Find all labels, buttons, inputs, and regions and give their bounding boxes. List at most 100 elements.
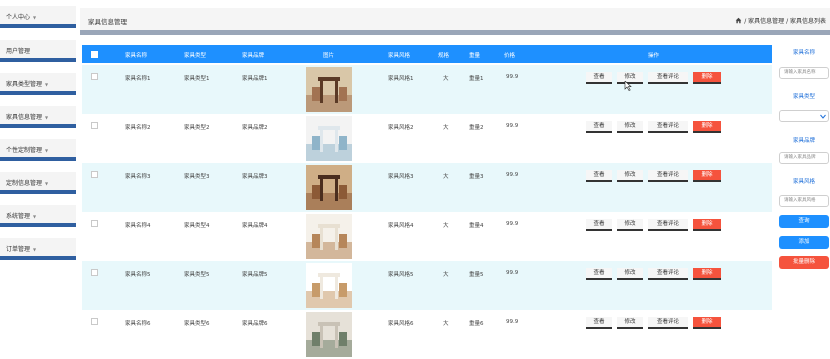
cell-brand: 家具品牌6 — [242, 321, 268, 327]
cell-spec: 大 — [443, 174, 449, 180]
furniture-thumbnail — [306, 214, 352, 259]
edit-button[interactable]: 修改 — [617, 121, 643, 133]
edit-button[interactable]: 修改 — [617, 170, 643, 182]
cell-weight: 重量4 — [469, 223, 484, 229]
cell-style: 家具风格3 — [388, 174, 414, 180]
view-comments-button[interactable]: 查看评论 — [648, 72, 688, 84]
cell-style: 家具风格6 — [388, 321, 414, 327]
delete-button[interactable]: 删除 — [693, 219, 721, 231]
view-comments-button[interactable]: 查看评论 — [648, 219, 688, 231]
sidebar-item-furniture-info[interactable]: 家具信息管理 ▼ — [0, 106, 76, 128]
delete-button[interactable]: 删除 — [693, 268, 721, 280]
row-checkbox[interactable] — [91, 269, 98, 276]
sidebar-item-label: 系统管理 — [6, 213, 31, 220]
sidebar-item-label: 家具信息管理 — [6, 114, 43, 121]
row-checkbox[interactable] — [91, 73, 98, 80]
cell-name: 家具名称2 — [125, 125, 151, 131]
style-search-input[interactable]: 请输入家具风格 — [779, 195, 829, 207]
sidebar-item-personal-center[interactable]: 个人中心 ▼ — [0, 6, 76, 28]
column-header-price[interactable]: 价格 — [504, 51, 515, 59]
row-checkbox[interactable] — [91, 318, 98, 325]
column-header-name[interactable]: 家具名称 — [125, 51, 147, 59]
edit-button[interactable]: 修改 — [617, 317, 643, 329]
cell-style: 家具风格1 — [388, 76, 414, 82]
sidebar-item-furniture-types[interactable]: 家具类型管理 ▼ — [0, 73, 76, 95]
batch-delete-button[interactable]: 批量删除 — [779, 256, 829, 269]
cell-price: 99.9 — [506, 123, 519, 129]
cell-spec: 大 — [443, 272, 449, 278]
style-filter-label: 家具风格 — [792, 179, 815, 185]
brand-search-input[interactable]: 请输入家具品牌 — [779, 152, 829, 164]
view-comments-button[interactable]: 查看评论 — [648, 121, 688, 133]
cell-weight: 重量6 — [469, 321, 484, 327]
column-header-weight[interactable]: 重量 — [469, 51, 480, 59]
furniture-thumbnail — [306, 116, 352, 161]
view-button[interactable]: 查看 — [586, 121, 612, 133]
row-checkbox[interactable] — [91, 122, 98, 129]
view-comments-button[interactable]: 查看评论 — [648, 170, 688, 182]
sidebar-item-customization[interactable]: 个性定制管理 ▼ — [0, 139, 76, 161]
column-header-spec[interactable]: 规格 — [438, 51, 449, 59]
sidebar-item-system[interactable]: 系统管理 ▼ — [0, 205, 76, 227]
table-row: 家具名称3 家具类型3 家具品牌3 家具风格3 大 重量3 99.9 查看 修改 查看评论 删除 — [82, 163, 772, 212]
cell-name: 家具名称5 — [125, 272, 151, 278]
sidebar-divider — [0, 256, 76, 260]
sidebar-divider — [0, 157, 76, 161]
cell-price: 99.9 — [506, 319, 519, 325]
table-row: 家具名称6 家具类型6 家具品牌6 家具风格6 大 重量6 99.9 查看 修改 查看评论 删除 — [82, 310, 772, 359]
breadcrumb-text[interactable]: / 家具信息管理 / 家具信息列表 — [744, 18, 826, 25]
sidebar-item-label: 个人中心 — [6, 14, 31, 21]
name-filter-label: 家具名称 — [792, 50, 815, 56]
view-button[interactable]: 查看 — [586, 170, 612, 182]
name-search-input[interactable]: 请输入家具名称 — [779, 67, 829, 79]
sidebar-divider — [0, 190, 76, 194]
column-header-brand[interactable]: 家具品牌 — [242, 51, 264, 59]
sidebar-item-custom-info[interactable]: 定制信息管理 ▼ — [0, 172, 76, 194]
furniture-thumbnail — [306, 263, 352, 308]
cell-type: 家具类型3 — [184, 174, 210, 180]
delete-button[interactable]: 删除 — [693, 317, 721, 329]
cell-brand: 家具品牌2 — [242, 125, 268, 131]
cell-name: 家具名称6 — [125, 321, 151, 327]
edit-button[interactable]: 修改 — [617, 219, 643, 231]
sidebar-item-orders[interactable]: 订单管理 ▼ — [0, 238, 76, 260]
delete-button[interactable]: 删除 — [693, 121, 721, 133]
cell-price: 99.9 — [506, 172, 519, 178]
cell-price: 99.9 — [506, 270, 519, 276]
row-checkbox[interactable] — [91, 171, 98, 178]
cell-spec: 大 — [443, 321, 449, 327]
cell-type: 家具类型4 — [184, 223, 210, 229]
view-button[interactable]: 查看 — [586, 219, 612, 231]
type-select[interactable] — [779, 110, 829, 122]
home-icon[interactable] — [735, 17, 742, 24]
column-header-type[interactable]: 家具类型 — [184, 51, 206, 59]
delete-button[interactable]: 删除 — [693, 170, 721, 182]
view-button[interactable]: 查看 — [586, 317, 612, 329]
chevron-down-icon: ▼ — [33, 214, 37, 219]
search-button[interactable]: 查询 — [779, 215, 829, 228]
cell-name: 家具名称1 — [125, 76, 151, 82]
view-comments-button[interactable]: 查看评论 — [648, 268, 688, 280]
cell-name: 家具名称4 — [125, 223, 151, 229]
table-row: 家具名称2 家具类型2 家具品牌2 家具风格2 大 重量2 99.9 查看 修改 查看评论 删除 — [82, 114, 772, 163]
sidebar-item-users[interactable]: 用户管理 — [0, 40, 76, 62]
cell-brand: 家具品牌3 — [242, 174, 268, 180]
table-header: 家具名称 家具类型 家具品牌 图片 家具风格 规格 重量 价格 操作 — [82, 45, 772, 63]
chevron-down-icon: ▼ — [45, 148, 49, 153]
cell-price: 99.9 — [506, 74, 519, 80]
select-all-checkbox[interactable] — [91, 51, 98, 58]
sidebar-item-label: 定制信息管理 — [6, 180, 43, 187]
row-checkbox[interactable] — [91, 220, 98, 227]
view-button[interactable]: 查看 — [586, 72, 612, 84]
add-button[interactable]: 添加 — [779, 236, 829, 249]
chevron-down-icon — [820, 114, 826, 119]
column-header-actions: 操作 — [648, 53, 660, 59]
sidebar-divider — [0, 24, 76, 28]
column-header-style[interactable]: 家具风格 — [388, 51, 410, 59]
view-comments-button[interactable]: 查看评论 — [648, 317, 688, 329]
view-button[interactable]: 查看 — [586, 268, 612, 280]
delete-button[interactable]: 删除 — [693, 72, 721, 84]
sidebar-divider — [0, 124, 76, 128]
sidebar-divider — [0, 91, 76, 95]
edit-button[interactable]: 修改 — [617, 268, 643, 280]
